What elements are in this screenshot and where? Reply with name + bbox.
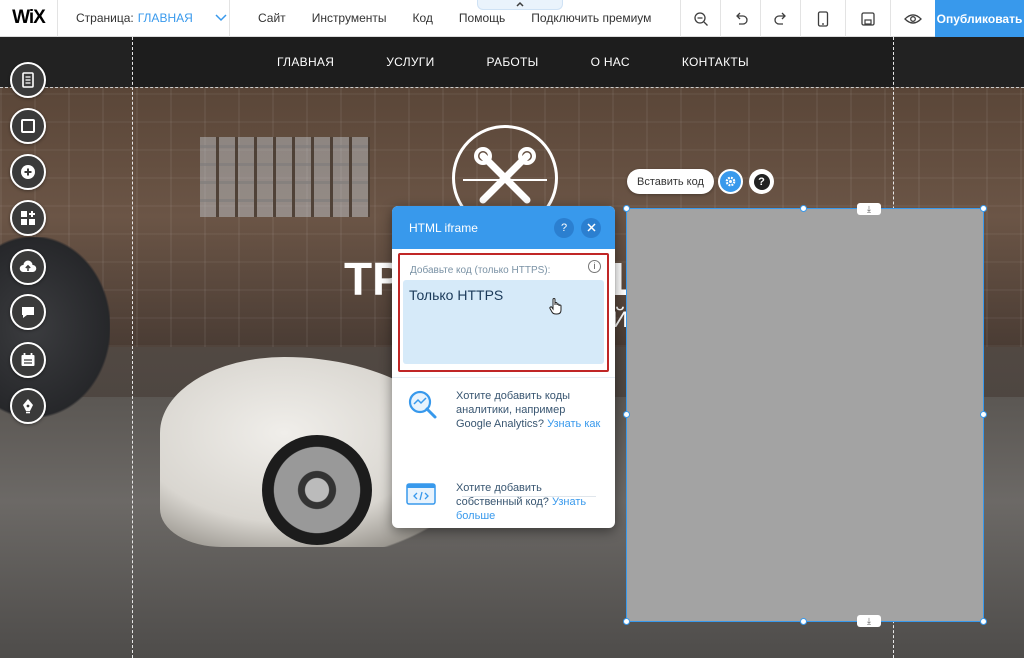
background-car-wheel: [262, 435, 372, 545]
gridline-header: [0, 87, 1024, 88]
media-upload-button[interactable]: [10, 249, 46, 285]
pages-icon: [22, 72, 34, 88]
anchor-down-icon[interactable]: ⤓: [857, 203, 881, 215]
hand-cursor-icon: [549, 297, 563, 320]
chat-bubble-icon: [22, 307, 34, 318]
code-textarea[interactable]: Только HTTPS: [403, 280, 604, 364]
close-icon: [586, 223, 596, 232]
editor-toolbar: WiX Страница: ГЛАВНАЯ Сайт Инструменты К…: [0, 0, 1024, 37]
panel-close-button[interactable]: [581, 218, 601, 238]
analytics-learn-link[interactable]: Узнать как: [547, 418, 600, 430]
settings-button[interactable]: [718, 169, 743, 194]
panel-title: HTML iframe: [409, 220, 478, 235]
anchor-down-icon[interactable]: ⤓: [857, 615, 881, 627]
site-nav-about[interactable]: О НАС: [591, 55, 630, 69]
calendar-icon: [21, 353, 35, 366]
resize-handle-top-right[interactable]: [980, 205, 987, 212]
resize-handle-right[interactable]: [980, 411, 987, 418]
page-selector[interactable]: Страница: ГЛАВНАЯ: [58, 0, 230, 37]
toolbar-tools: [680, 0, 935, 37]
code-field-label: Добавьте код (только HTTPS):: [410, 265, 551, 276]
panel-help-button[interactable]: ?: [554, 218, 574, 238]
insert-code-button[interactable]: Вставить код: [627, 169, 714, 194]
custom-code-promo: Хотите добавить собственный код? Узнать …: [406, 482, 601, 523]
site-nav-works[interactable]: РАБОТЫ: [487, 55, 539, 69]
blog-button[interactable]: [10, 294, 46, 330]
save-button[interactable]: [845, 0, 890, 37]
gear-icon: [725, 176, 736, 187]
chevron-down-icon: [215, 11, 227, 25]
zoom-out-button[interactable]: [680, 0, 720, 37]
editor-stage: ГЛАВНАЯ УСЛУГИ РАБОТЫ О НАС КОНТАКТЫ ТР …: [0, 37, 1024, 658]
site-nav-home[interactable]: ГЛАВНАЯ: [277, 55, 334, 69]
background-icon: [21, 119, 35, 133]
html-iframe-element[interactable]: [626, 208, 984, 622]
background-window: [200, 137, 370, 217]
pen-nib-icon: [23, 399, 33, 414]
resize-handle-bottom-right[interactable]: [980, 618, 987, 625]
page-name: ГЛАВНАЯ: [137, 11, 193, 25]
site-nav: ГЛАВНАЯ УСЛУГИ РАБОТЫ О НАС КОНТАКТЫ: [132, 37, 894, 87]
menu-upgrade[interactable]: Подключить премиум: [531, 11, 651, 25]
zoom-out-icon: [693, 11, 708, 26]
menu-code[interactable]: Код: [413, 11, 433, 25]
resize-handle-bottom-left[interactable]: [623, 618, 630, 625]
redo-icon: [773, 12, 786, 25]
question-icon: ?: [753, 173, 770, 190]
eye-icon: [904, 13, 922, 24]
custom-code-promo-text: Хотите добавить собственный код?: [456, 482, 549, 508]
help-button[interactable]: ?: [749, 169, 774, 194]
site-nav-services[interactable]: УСЛУГИ: [386, 55, 434, 69]
chevron-up-icon: [516, 1, 524, 7]
undo-button[interactable]: [720, 0, 760, 37]
code-input-section: Добавьте код (только HTTPS): i Только HT…: [398, 253, 609, 372]
resize-handle-top[interactable]: [800, 205, 807, 212]
plus-icon: [21, 165, 35, 179]
mobile-icon: [817, 10, 829, 27]
analytics-promo: Хотите добавить коды аналитики, например…: [406, 389, 601, 431]
resize-handle-top-left[interactable]: [623, 205, 630, 212]
publish-button[interactable]: Опубликовать: [935, 0, 1024, 37]
resize-handle-left[interactable]: [623, 411, 630, 418]
site-nav-contacts[interactable]: КОНТАКТЫ: [682, 55, 749, 69]
panel-header: HTML iframe ?: [392, 206, 615, 249]
page-label: Страница:: [76, 11, 134, 25]
mobile-view-button[interactable]: [800, 0, 845, 37]
html-iframe-settings-panel: HTML iframe ? Добавьте код (только HTTPS…: [392, 206, 615, 528]
apps-icon: [21, 211, 35, 225]
panel-divider: [392, 377, 615, 378]
background-button[interactable]: [10, 108, 46, 144]
resize-handle-bottom[interactable]: [800, 618, 807, 625]
preview-button[interactable]: [890, 0, 935, 37]
wix-code-button[interactable]: [10, 388, 46, 424]
analytics-search-icon: [406, 389, 442, 419]
add-button[interactable]: [10, 154, 46, 190]
app-market-button[interactable]: [10, 200, 46, 236]
cloud-upload-icon: [19, 260, 37, 272]
collapse-toolbar-tab[interactable]: [477, 0, 563, 10]
menu-tools[interactable]: Инструменты: [312, 11, 387, 25]
wix-logo[interactable]: WiX: [0, 0, 58, 37]
menu-site[interactable]: Сайт: [258, 11, 286, 25]
undo-icon: [735, 12, 748, 25]
gridline-left: [132, 37, 133, 658]
code-window-icon: [406, 481, 442, 511]
top-menu: Сайт Инструменты Код Помощь Подключить п…: [230, 0, 664, 37]
bookings-button[interactable]: [10, 342, 46, 378]
menu-help[interactable]: Помощь: [459, 11, 505, 25]
pages-menu-button[interactable]: [10, 62, 46, 98]
save-icon: [861, 11, 875, 26]
info-icon[interactable]: i: [588, 260, 601, 273]
redo-button[interactable]: [760, 0, 800, 37]
